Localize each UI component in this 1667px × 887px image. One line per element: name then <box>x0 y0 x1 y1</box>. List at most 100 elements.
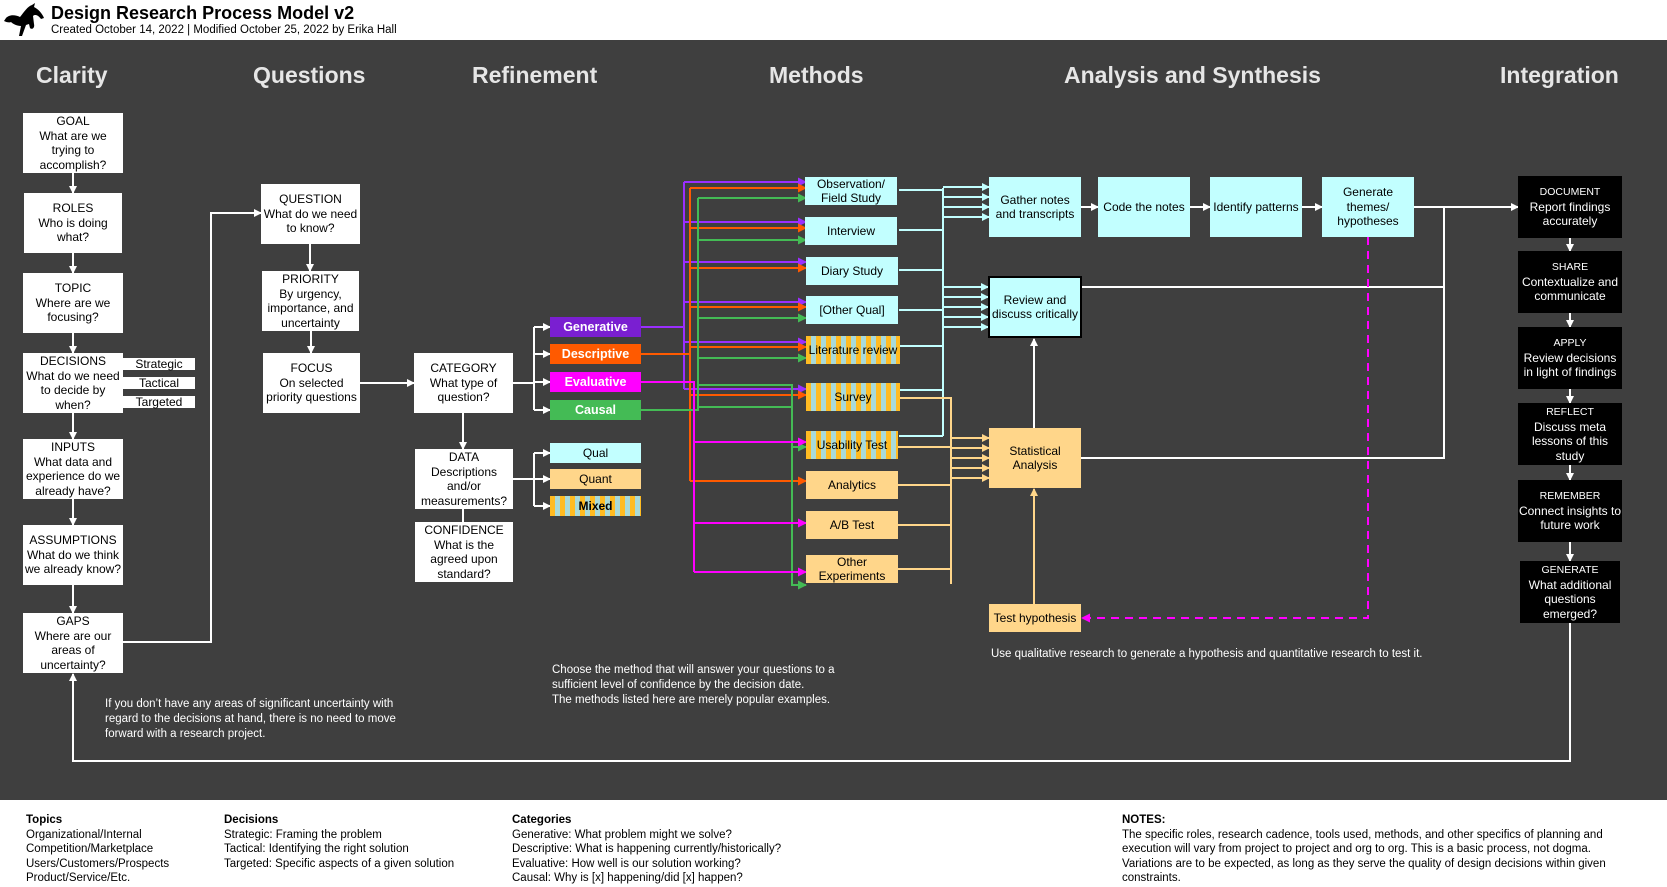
box-text: Contextualize and communicate <box>1521 274 1619 304</box>
stage-title-clarity: Clarity <box>36 62 108 88</box>
method-analytics[interactable]: Analytics <box>806 471 898 499</box>
box-text: On selected priority questions <box>266 375 357 405</box>
method-survey[interactable]: Survey <box>806 383 900 411</box>
hypothesis-note: Use qualitative research to generate a h… <box>991 648 1423 660</box>
category-evaluative[interactable]: Evaluative <box>550 372 641 392</box>
box-label: PRIORITY <box>282 272 339 286</box>
kicking-horse-logo-icon <box>4 3 44 36</box>
page-subtitle: Created October 14, 2022 | Modified Octo… <box>51 24 397 36</box>
clarity-goal-box[interactable]: GOAL What are we trying to accomplish? <box>23 113 123 173</box>
box-label: ASSUMPTIONS <box>29 533 117 548</box>
category-generative[interactable]: Generative <box>550 317 641 337</box>
box-label: DECISIONS <box>39 354 106 368</box>
statistical-analysis-box[interactable]: Statistical Analysis <box>989 428 1081 488</box>
decision-tag-tactical: Tactical <box>123 377 195 390</box>
box-text: What do we need to decide by when? <box>26 368 120 412</box>
category-descriptive[interactable]: Descriptive <box>550 344 641 364</box>
question-box[interactable]: QUESTION What do we need to know? <box>261 184 360 244</box>
clarity-decisions-box[interactable]: DECISIONS What do we need to decide by wh… <box>23 353 123 413</box>
identify-patterns-box[interactable]: Identify patterns <box>1210 177 1302 237</box>
method-diary-study[interactable]: Diary Study <box>806 257 898 285</box>
category-box[interactable]: CATEGORY What type of question? <box>414 353 513 413</box>
stage-title-integration: Integration <box>1500 62 1619 88</box>
legend-item: Generative: What problem might we solve? <box>512 828 732 841</box>
box-text: By urgency, importance, and uncertainty <box>267 286 354 330</box>
legend-title: NOTES: <box>1122 814 1166 826</box>
stage-title-refinement: Refinement <box>472 62 598 88</box>
legend-item: Competition/Marketplace <box>26 843 154 855</box>
priority-box[interactable]: PRIORITY By urgency, importance, and unce… <box>262 271 359 331</box>
box-label: INPUTS <box>50 440 95 454</box>
box-text: Report findings accurately <box>1529 199 1611 229</box>
data-type-qual[interactable]: Qual <box>550 443 641 463</box>
clarity-roles-box[interactable]: ROLES Who is doing what? <box>24 193 122 253</box>
box-label: CATEGORY <box>430 361 497 376</box>
box-text: What are we trying to accomplish? <box>39 128 107 172</box>
box-label: CONFIDENCE <box>424 523 504 537</box>
box-text: Connect insights to future work <box>1518 503 1622 533</box>
method-observation[interactable]: Observation/ Field Study <box>805 177 897 205</box>
method-other-experiments[interactable]: Other Experiments <box>806 555 898 583</box>
box-text: What additional questions emerged? <box>1528 577 1612 621</box>
box-text: Where are we focusing? <box>35 295 111 325</box>
methods-note-line: Choose the method that will answer your … <box>552 664 835 676</box>
integration-generate-box[interactable]: GENERATE What additional questions emerge… <box>1520 561 1620 623</box>
box-label: REFLECT <box>1546 406 1594 418</box>
integration-share-box[interactable]: SHARE Contextualize and communicate <box>1518 251 1622 313</box>
legend-item: Users/Customers/Prospects <box>26 857 170 870</box>
page-title: Design Research Process Model v2 <box>51 3 355 23</box>
data-box[interactable]: DATA Descriptions and/or measurements? <box>415 449 513 509</box>
legend-item: Strategic: Framing the problem <box>224 828 382 841</box>
box-text: What is the agreed upon standard? <box>430 537 498 581</box>
clarity-assumptions-box[interactable]: ASSUMPTIONS What do we think we already k… <box>23 525 123 585</box>
stage-title-methods: Methods <box>769 62 864 88</box>
integration-remember-box[interactable]: REMEMBER Connect insights to future work <box>1518 480 1622 542</box>
code-notes-box[interactable]: Code the notes <box>1098 177 1190 237</box>
legend-item: Product/Service/Etc. <box>26 872 131 884</box>
header: Design Research Process Model v2 Created… <box>0 0 1667 40</box>
legend-topics: Topics Organizational/Internal Competiti… <box>26 813 206 886</box>
method-interview[interactable]: Interview <box>805 217 897 245</box>
box-label: GAPS <box>56 614 90 628</box>
box-label: FOCUS <box>290 361 333 376</box>
method-ab-test[interactable]: A/B Test <box>806 511 898 539</box>
box-text: Discuss meta lessons of this study <box>1531 419 1609 463</box>
decision-tag-targeted: Targeted <box>123 396 195 409</box>
box-text: What do we think we already know? <box>24 547 122 577</box>
review-discuss-box[interactable]: Review and discuss critically <box>988 276 1082 338</box>
clarity-topic-box[interactable]: TOPIC Where are we focusing? <box>23 273 123 333</box>
focus-box[interactable]: FOCUS On selected priority questions <box>263 353 360 413</box>
test-hypothesis-box[interactable]: Test hypothesis <box>989 604 1081 632</box>
box-text: What do we need to know? <box>263 206 358 236</box>
clarity-gaps-box[interactable]: GAPS Where are our areas of uncertainty? <box>23 613 123 673</box>
box-label: APPLY <box>1553 337 1587 350</box>
box-label: GOAL <box>56 114 90 128</box>
clarity-inputs-box[interactable]: INPUTS What data and experience do we alr… <box>23 439 123 499</box>
box-label: REMEMBER <box>1539 490 1601 503</box>
generate-themes-box[interactable]: Generate themes/ hypotheses <box>1322 177 1414 237</box>
integration-apply-box[interactable]: APPLY Review decisions in light of findin… <box>1518 327 1622 389</box>
legend-item: Descriptive: What is happening currently… <box>512 843 782 855</box>
methods-note-line: sufficient level of confidence by the de… <box>552 679 805 691</box>
integration-reflect-box[interactable]: REFLECT Discuss meta lessons of this stud… <box>1518 403 1622 465</box>
category-causal[interactable]: Causal <box>550 400 641 420</box>
stage-title-questions: Questions <box>253 62 366 88</box>
box-label: TOPIC <box>54 281 92 296</box>
legend-title: Topics <box>26 814 63 826</box>
box-label: QUESTION <box>279 192 342 207</box>
method-usability-test[interactable]: Usability Test <box>806 431 898 459</box>
gather-notes-box[interactable]: Gather notes and transcripts <box>989 177 1081 237</box>
legend-item: Tactical: Identifying the right solution <box>224 843 409 855</box>
confidence-box[interactable]: CONFIDENCE What is the agreed upon standa… <box>415 522 513 582</box>
method-literature-review[interactable]: Literature review <box>806 336 900 364</box>
integration-document-box[interactable]: DOCUMENT Report findings accurately <box>1518 176 1622 238</box>
legend-notes: NOTES: The specific roles, research cade… <box>1122 813 1642 886</box>
diagram-root: Design Research Process Model v2 Created… <box>0 0 1667 887</box>
method-other-qual[interactable]: [Other Qual] <box>806 296 898 324</box>
box-label: DATA <box>448 450 480 464</box>
legend-decisions: Decisions Strategic: Framing the problem… <box>224 813 484 871</box>
legend-item: Causal: Why is [x] happening/did [x] hap… <box>512 872 743 884</box>
data-type-mixed[interactable]: Mixed <box>550 496 641 516</box>
methods-note-line: The methods listed here are merely popul… <box>552 694 831 706</box>
data-type-quant[interactable]: Quant <box>550 469 641 489</box>
